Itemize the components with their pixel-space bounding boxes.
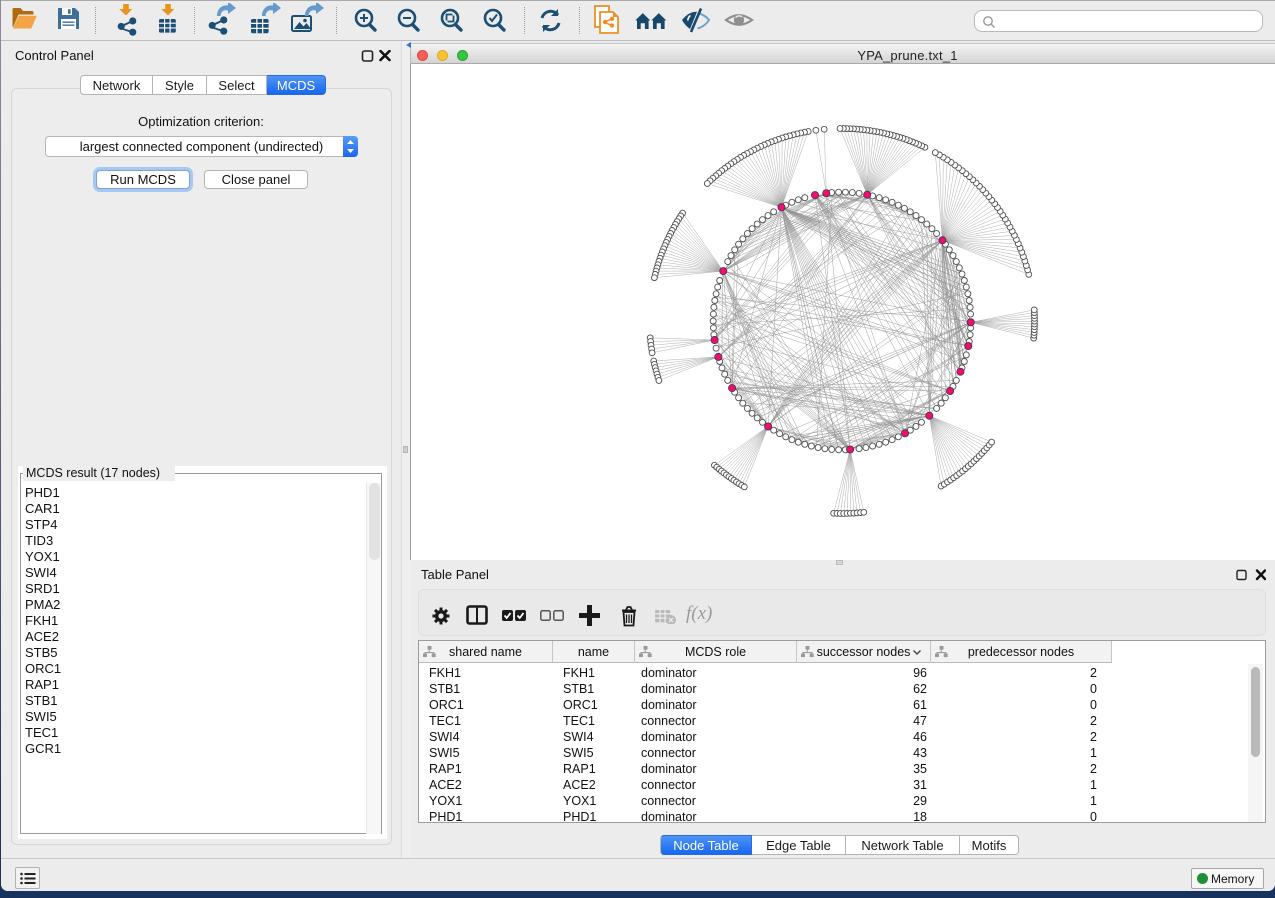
svg-text:f(x): f(x) <box>686 603 712 624</box>
